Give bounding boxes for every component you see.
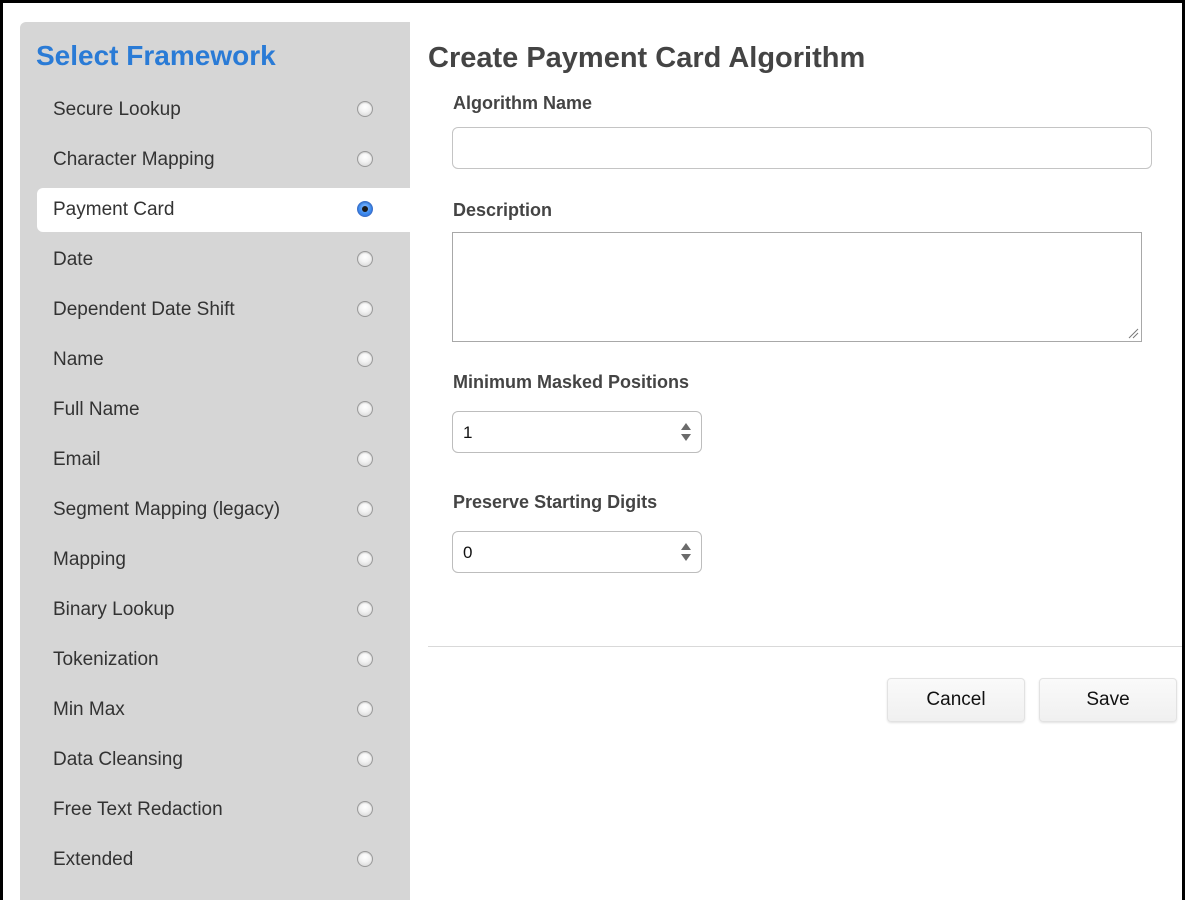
sidebar-item-label: Secure Lookup	[53, 99, 181, 120]
radio-unselected-icon[interactable]	[357, 301, 373, 317]
sidebar-item-label: Full Name	[53, 399, 140, 420]
sidebar-item-min-max[interactable]: Min Max	[20, 685, 410, 735]
sidebar-item-mapping[interactable]: Mapping	[20, 535, 410, 585]
sidebar-item-label: Mapping	[53, 549, 126, 570]
divider	[428, 646, 1182, 647]
sidebar-item-label: Binary Lookup	[53, 599, 175, 620]
increment-arrow-icon[interactable]	[681, 423, 691, 430]
radio-unselected-icon[interactable]	[357, 701, 373, 717]
preserve-starting-digits-label: Preserve Starting Digits	[453, 492, 658, 512]
radio-unselected-icon[interactable]	[357, 551, 373, 567]
sidebar-item-segment-mapping-legacy[interactable]: Segment Mapping (legacy)	[20, 485, 410, 535]
decrement-arrow-icon[interactable]	[681, 554, 691, 561]
stepper-arrows-icon[interactable]	[681, 423, 691, 443]
sidebar-item-label: Free Text Redaction	[53, 799, 223, 820]
radio-unselected-icon[interactable]	[357, 651, 373, 667]
sidebar-item-label: Date	[53, 249, 94, 270]
sidebar-item-character-mapping[interactable]: Character Mapping	[20, 135, 410, 185]
increment-arrow-icon[interactable]	[681, 543, 691, 550]
sidebar-item-secure-lookup[interactable]: Secure Lookup	[20, 85, 410, 135]
radio-unselected-icon[interactable]	[357, 151, 373, 167]
sidebar-item-extended[interactable]: Extended	[20, 835, 410, 885]
sidebar-item-label: Tokenization	[53, 649, 159, 670]
sidebar-item-label: Email	[53, 449, 101, 470]
page-title: Create Payment Card Algorithm	[428, 42, 866, 74]
radio-unselected-icon[interactable]	[357, 751, 373, 767]
radio-unselected-icon[interactable]	[357, 801, 373, 817]
framework-list: Secure Lookup Character Mapping Payment Ca…	[20, 85, 410, 885]
min-masked-positions-label: Minimum Masked Positions	[453, 372, 690, 392]
sidebar-item-tokenization[interactable]: Tokenization	[20, 635, 410, 685]
sidebar-item-label: Dependent Date Shift	[53, 299, 235, 320]
description-textarea[interactable]	[452, 232, 1142, 342]
algorithm-name-label: Algorithm Name	[453, 93, 593, 113]
sidebar-title: Select Framework	[36, 40, 276, 71]
radio-selected-icon[interactable]	[357, 201, 373, 217]
min-masked-positions-value[interactable]: 1	[463, 423, 472, 443]
sidebar-item-payment-card[interactable]: Payment Card	[37, 188, 410, 232]
preserve-starting-digits-value[interactable]: 0	[463, 543, 472, 563]
radio-unselected-icon[interactable]	[357, 351, 373, 367]
decrement-arrow-icon[interactable]	[681, 434, 691, 441]
sidebar-item-data-cleansing[interactable]: Data Cleansing	[20, 735, 410, 785]
sidebar-item-binary-lookup[interactable]: Binary Lookup	[20, 585, 410, 635]
sidebar-item-label: Extended	[53, 849, 134, 870]
sidebar-item-label: Min Max	[53, 699, 125, 720]
radio-unselected-icon[interactable]	[357, 251, 373, 267]
sidebar-item-label: Character Mapping	[53, 149, 215, 170]
radio-unselected-icon[interactable]	[357, 501, 373, 517]
sidebar-item-free-text-redaction[interactable]: Free Text Redaction	[20, 785, 410, 835]
radio-unselected-icon[interactable]	[357, 601, 373, 617]
stepper-arrows-icon[interactable]	[681, 543, 691, 563]
sidebar-item-label: Name	[53, 349, 104, 370]
sidebar-item-dependent-date-shift[interactable]: Dependent Date Shift	[20, 285, 410, 335]
preserve-starting-digits-stepper[interactable]: 0	[452, 531, 702, 573]
framework-sidebar: Select Framework Secure Lookup Character …	[20, 22, 410, 900]
sidebar-item-label: Payment Card	[53, 199, 175, 220]
radio-unselected-icon[interactable]	[357, 101, 373, 117]
sidebar-item-name[interactable]: Name	[20, 335, 410, 385]
sidebar-item-label: Data Cleansing	[53, 749, 183, 770]
min-masked-positions-stepper[interactable]: 1	[452, 411, 702, 453]
sidebar-item-label: Segment Mapping (legacy)	[53, 499, 281, 520]
radio-unselected-icon[interactable]	[357, 851, 373, 867]
sidebar-item-full-name[interactable]: Full Name	[20, 385, 410, 435]
cancel-button[interactable]: Cancel	[887, 678, 1025, 722]
sidebar-item-date[interactable]: Date	[20, 235, 410, 285]
radio-unselected-icon[interactable]	[357, 401, 373, 417]
save-button[interactable]: Save	[1039, 678, 1177, 722]
description-label: Description	[453, 200, 553, 220]
algorithm-name-input[interactable]	[452, 127, 1152, 169]
resize-grip-icon[interactable]	[1128, 328, 1139, 339]
sidebar-item-email[interactable]: Email	[20, 435, 410, 485]
radio-unselected-icon[interactable]	[357, 451, 373, 467]
